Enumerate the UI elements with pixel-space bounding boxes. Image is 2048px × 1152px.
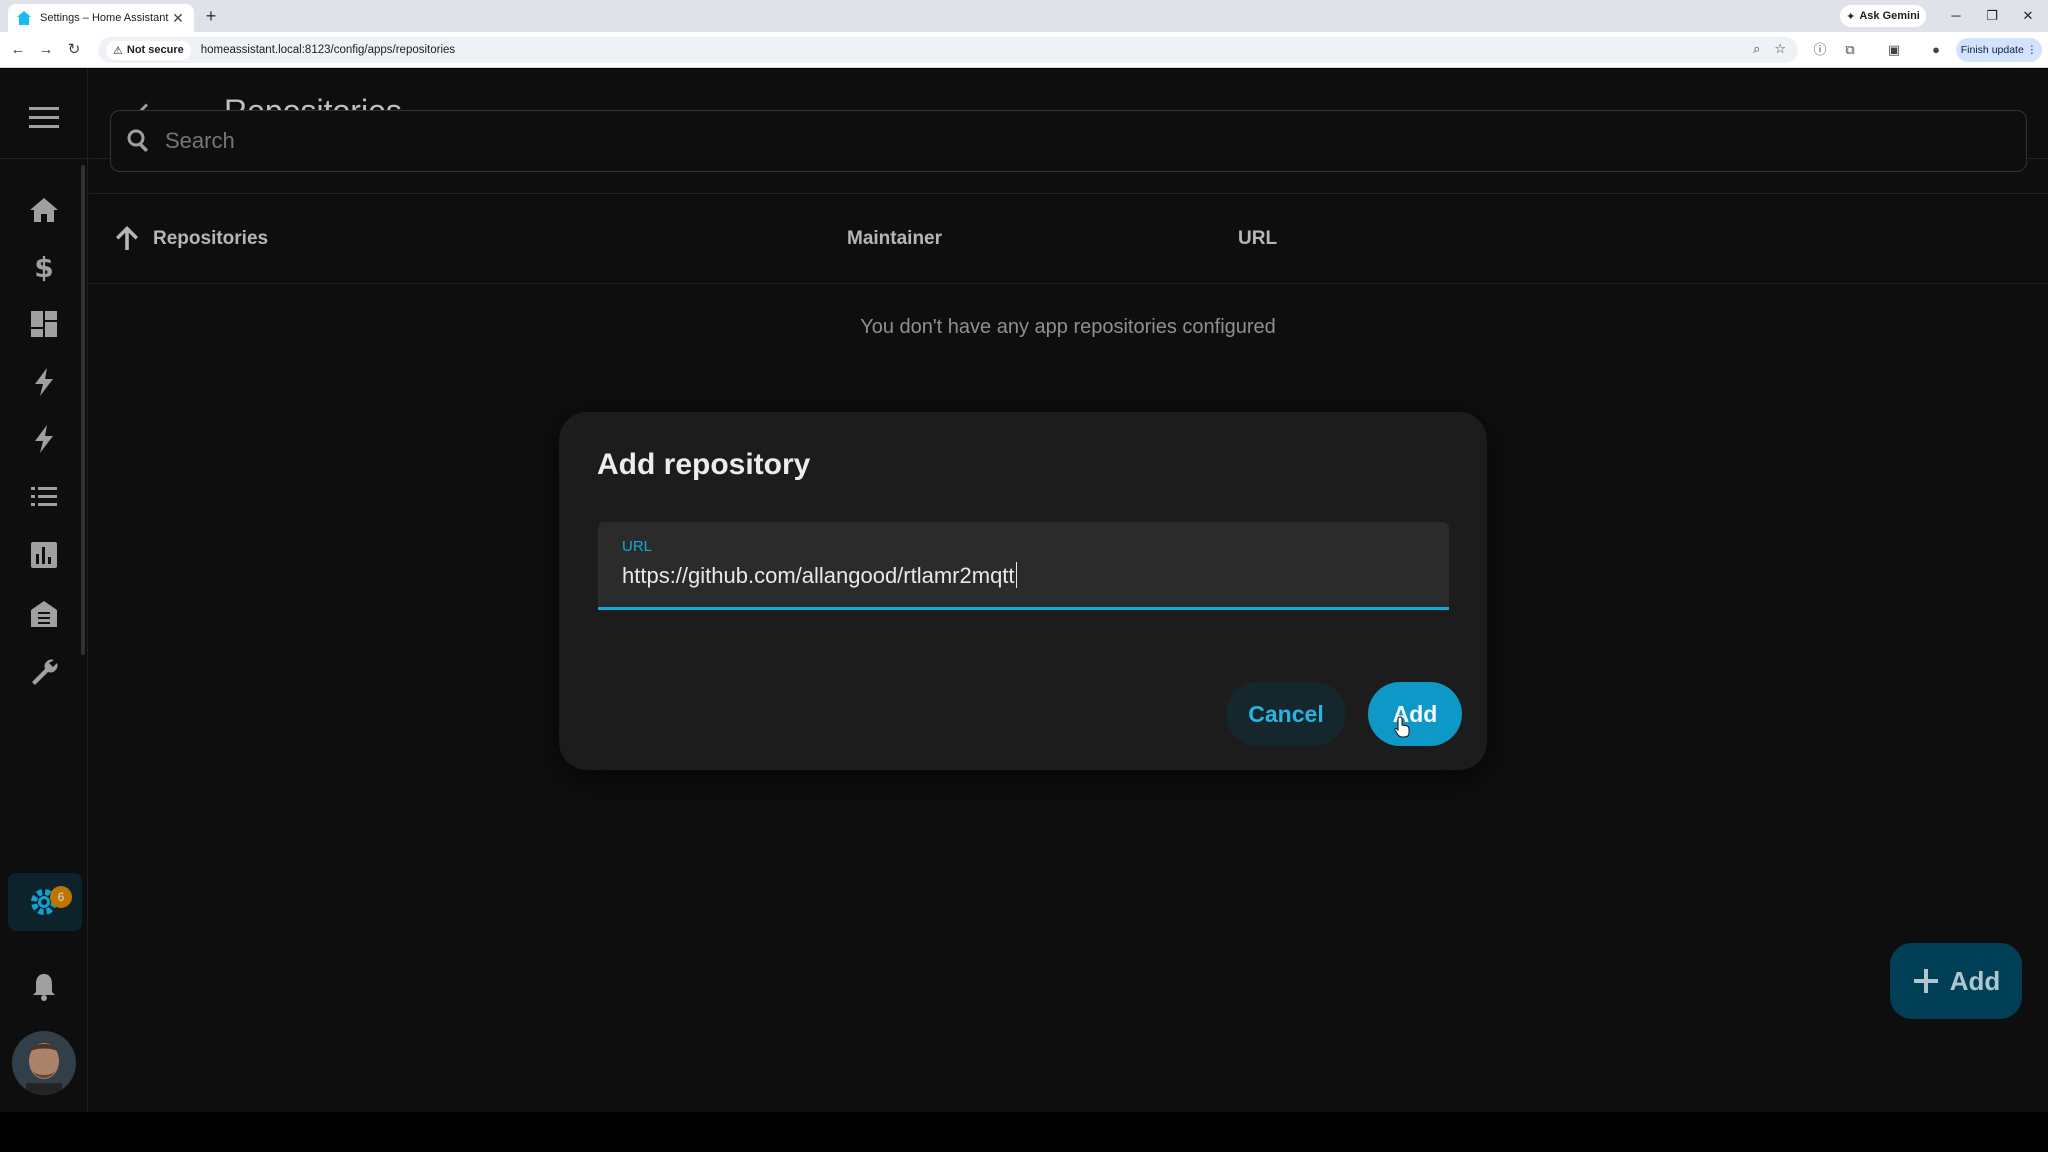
add-repository-dialog: Add repository URL https://github.com/al…	[559, 412, 1487, 770]
zoom-icon[interactable]: ⌕	[1753, 41, 1760, 57]
restore-icon[interactable]: ❐	[1974, 4, 2010, 28]
dialog-title: Add repository	[597, 448, 811, 481]
profile-icon[interactable]: ●	[1926, 40, 1946, 60]
omnibox[interactable]: ⚠ Not secure homeassistant.local:8123/co…	[98, 37, 1798, 63]
url-field-value[interactable]: https://github.com/allangood/rtlamr2mqtt	[622, 562, 1017, 589]
add-button[interactable]: Add	[1368, 682, 1462, 746]
url-field[interactable]: URL https://github.com/allangood/rtlamr2…	[598, 522, 1449, 610]
warning-icon: ⚠	[113, 44, 123, 57]
puzzle-extensions-icon[interactable]: ⧉	[1840, 40, 1860, 60]
tab-close-icon[interactable]: ✕	[170, 10, 186, 26]
url-text: homeassistant.local:8123/config/apps/rep…	[200, 44, 456, 56]
browser-tab-bar: Settings – Home Assistant ✕ + ✦ Ask Gemi…	[0, 0, 2048, 32]
reload-icon[interactable]: ↻	[64, 40, 84, 60]
new-tab-button[interactable]: +	[200, 6, 222, 28]
url-field-label: URL	[622, 538, 653, 555]
home-assistant-favicon-icon	[16, 10, 32, 26]
extension-icon[interactable]: ⓘ	[1810, 40, 1830, 60]
not-secure-chip[interactable]: ⚠ Not secure	[106, 40, 191, 60]
cancel-button[interactable]: Cancel	[1226, 682, 1346, 746]
bookmark-star-icon[interactable]: ☆	[1774, 41, 1786, 57]
close-window-icon[interactable]: ✕	[2010, 4, 2046, 28]
text-caret	[1015, 562, 1017, 588]
browser-tab[interactable]: Settings – Home Assistant ✕	[8, 4, 194, 32]
back-nav-icon[interactable]: ←	[8, 40, 28, 60]
bottom-strip	[0, 1112, 2048, 1152]
address-bar: ← → ↻ ⚠ Not secure homeassistant.local:8…	[0, 32, 2048, 68]
gemini-sparkle-icon: ✦	[1846, 10, 1856, 23]
ask-gemini-button[interactable]: ✦ Ask Gemini	[1840, 5, 1926, 27]
forward-nav-icon[interactable]: →	[36, 40, 56, 60]
finish-update-button[interactable]: Finish update ⋮	[1956, 38, 2042, 62]
minimize-icon[interactable]: ─	[1938, 4, 1974, 28]
tab-title: Settings – Home Assistant	[40, 12, 169, 24]
side-panel-icon[interactable]: ▣	[1884, 40, 1904, 60]
hand-pointer-cursor-icon	[1394, 716, 1412, 738]
